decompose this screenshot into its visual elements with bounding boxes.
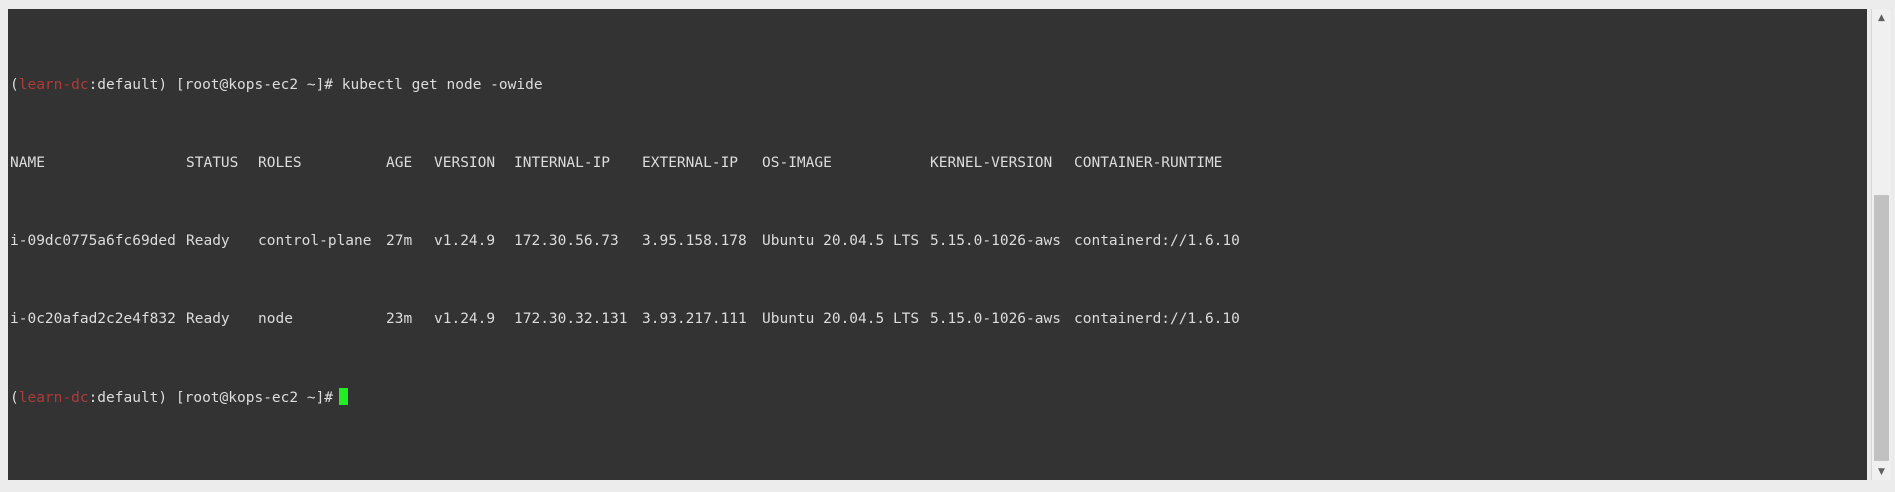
row-external-ip: 3.95.158.178 <box>642 232 747 249</box>
row-os-image: Ubuntu 20.04.5 LTS <box>762 310 920 327</box>
terminal-content: (learn-dc:default) [root@kops-ec2 ~]# ku… <box>10 17 1240 466</box>
text-cursor <box>339 387 349 405</box>
command-line: (learn-dc:default) [root@kops-ec2 ~]# ku… <box>10 76 543 96</box>
current-prompt-line: (learn-dc:default) [root@kops-ec2 ~]# <box>10 387 543 408</box>
row-age: 27m <box>386 232 413 249</box>
terminal-output-area[interactable]: (learn-dc:default) [root@kops-ec2 ~]# ku… <box>8 9 1867 480</box>
row-roles: node <box>258 310 293 327</box>
row-version: v1.24.9 <box>434 232 496 249</box>
prompt-namespace: :default <box>88 389 159 406</box>
command-text: kubectl get node -owide <box>333 76 543 93</box>
row-container-runtime: containerd://1.6.10 <box>1074 232 1240 249</box>
header-kernel-version: KERNEL-VERSION <box>930 154 1053 171</box>
table-row: i-0c20afad2c2e4f832 Ready node 23m v1.24… <box>10 310 1240 330</box>
row-internal-ip: 172.30.32.131 <box>514 310 628 327</box>
row-kernel-version: 5.15.0-1026-aws <box>930 310 1061 327</box>
row-roles: control-plane <box>258 232 372 249</box>
row-version: v1.24.9 <box>434 310 496 327</box>
triangle-down-icon[interactable]: ▼ <box>1872 463 1891 480</box>
scroll-thumb[interactable] <box>1874 195 1889 461</box>
table-header-row: NAME STATUS ROLES AGE VERSION INTERNAL-I… <box>10 154 1222 174</box>
prompt-open-paren: ( <box>10 389 19 406</box>
header-roles: ROLES <box>258 154 302 171</box>
row-internal-ip: 172.30.56.73 <box>514 232 619 249</box>
vertical-scrollbar[interactable]: ▲ ▼ <box>1871 9 1891 480</box>
prompt-user-host: [root@kops-ec2 ~]# <box>175 76 334 93</box>
prompt-user-host: [root@kops-ec2 ~]# <box>175 389 334 406</box>
header-internal-ip: INTERNAL-IP <box>514 154 611 171</box>
header-container-runtime: CONTAINER-RUNTIME <box>1074 154 1223 171</box>
row-status: Ready <box>186 232 230 249</box>
prompt-namespace: :default <box>88 76 159 93</box>
header-name: NAME <box>10 154 45 171</box>
prompt-close: ) <box>158 389 176 406</box>
row-name: i-09dc0775a6fc69ded <box>10 232 176 249</box>
row-age: 23m <box>386 310 413 327</box>
header-version: VERSION <box>434 154 496 171</box>
header-external-ip: EXTERNAL-IP <box>642 154 739 171</box>
row-name: i-0c20afad2c2e4f832 <box>10 310 176 327</box>
header-age: AGE <box>386 154 413 171</box>
prompt-open-paren: ( <box>10 76 19 93</box>
row-external-ip: 3.93.217.111 <box>642 310 747 327</box>
prompt-context: learn-dc <box>18 76 89 93</box>
triangle-up-icon[interactable]: ▲ <box>1872 9 1891 26</box>
prompt-close: ) <box>158 76 176 93</box>
row-kernel-version: 5.15.0-1026-aws <box>930 232 1061 249</box>
row-container-runtime: containerd://1.6.10 <box>1074 310 1240 327</box>
header-status: STATUS <box>186 154 239 171</box>
row-os-image: Ubuntu 20.04.5 LTS <box>762 232 920 249</box>
row-status: Ready <box>186 310 230 327</box>
terminal-window: (learn-dc:default) [root@kops-ec2 ~]# ku… <box>0 0 1895 492</box>
table-row: i-09dc0775a6fc69ded Ready control-plane … <box>10 232 1240 252</box>
header-os-image: OS-IMAGE <box>762 154 832 171</box>
prompt-context: learn-dc <box>18 389 89 406</box>
